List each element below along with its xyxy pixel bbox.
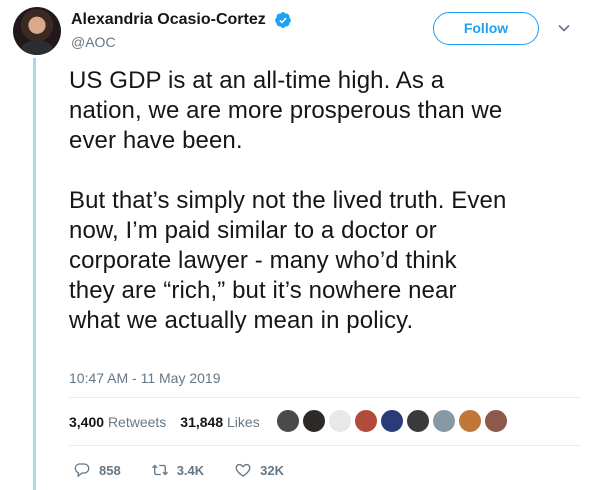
like-count: 32K: [260, 462, 285, 478]
liker-avatar[interactable]: [380, 409, 404, 433]
handle[interactable]: @AOC: [71, 32, 292, 52]
liker-avatar[interactable]: [328, 409, 352, 433]
likes-label: Likes: [227, 414, 260, 430]
liker-avatar[interactable]: [432, 409, 456, 433]
tweet-actions: 858 3.4K 32K: [73, 461, 314, 479]
avatar[interactable]: [13, 7, 61, 55]
retweet-button[interactable]: 3.4K: [151, 461, 204, 479]
follow-button[interactable]: Follow: [433, 12, 539, 45]
liker-avatars: [276, 409, 510, 433]
author-names: Alexandria Ocasio-Cortez @AOC: [71, 10, 292, 52]
retweets-count: 3,400: [69, 414, 105, 430]
reply-icon: [74, 463, 90, 478]
heart-icon: [235, 463, 251, 477]
liker-avatar[interactable]: [276, 409, 300, 433]
liker-avatar[interactable]: [302, 409, 326, 433]
tweet-header: Alexandria Ocasio-Cortez @AOC Follow: [13, 7, 583, 55]
reply-button[interactable]: 858: [73, 461, 121, 479]
display-name[interactable]: Alexandria Ocasio-Cortez: [71, 10, 266, 30]
likes-count: 31,848: [180, 414, 224, 430]
liker-avatar[interactable]: [484, 409, 508, 433]
liker-avatar[interactable]: [458, 409, 482, 433]
like-button[interactable]: 32K: [234, 461, 284, 479]
timestamp[interactable]: 10:47 AM - 11 May 2019: [69, 370, 221, 386]
liker-avatar[interactable]: [406, 409, 430, 433]
likes-stat[interactable]: 31,848 Likes: [180, 414, 259, 430]
retweets-label: Retweets: [107, 414, 167, 430]
verified-badge-icon: [275, 12, 292, 28]
retweet-count: 3.4K: [176, 462, 205, 478]
tweet-text: US GDP is at an all-time high. As a nati…: [69, 67, 507, 334]
chevron-down-icon[interactable]: [557, 21, 571, 35]
liker-avatar[interactable]: [354, 409, 378, 433]
tweet-stats: 3,400 Retweets 31,848 Likes: [69, 414, 274, 430]
divider: [69, 397, 581, 398]
retweets-stat[interactable]: 3,400 Retweets: [69, 414, 166, 430]
reply-count: 858: [99, 462, 121, 478]
retweet-icon: [151, 464, 168, 476]
divider: [69, 445, 581, 446]
thread-line: [33, 58, 36, 490]
